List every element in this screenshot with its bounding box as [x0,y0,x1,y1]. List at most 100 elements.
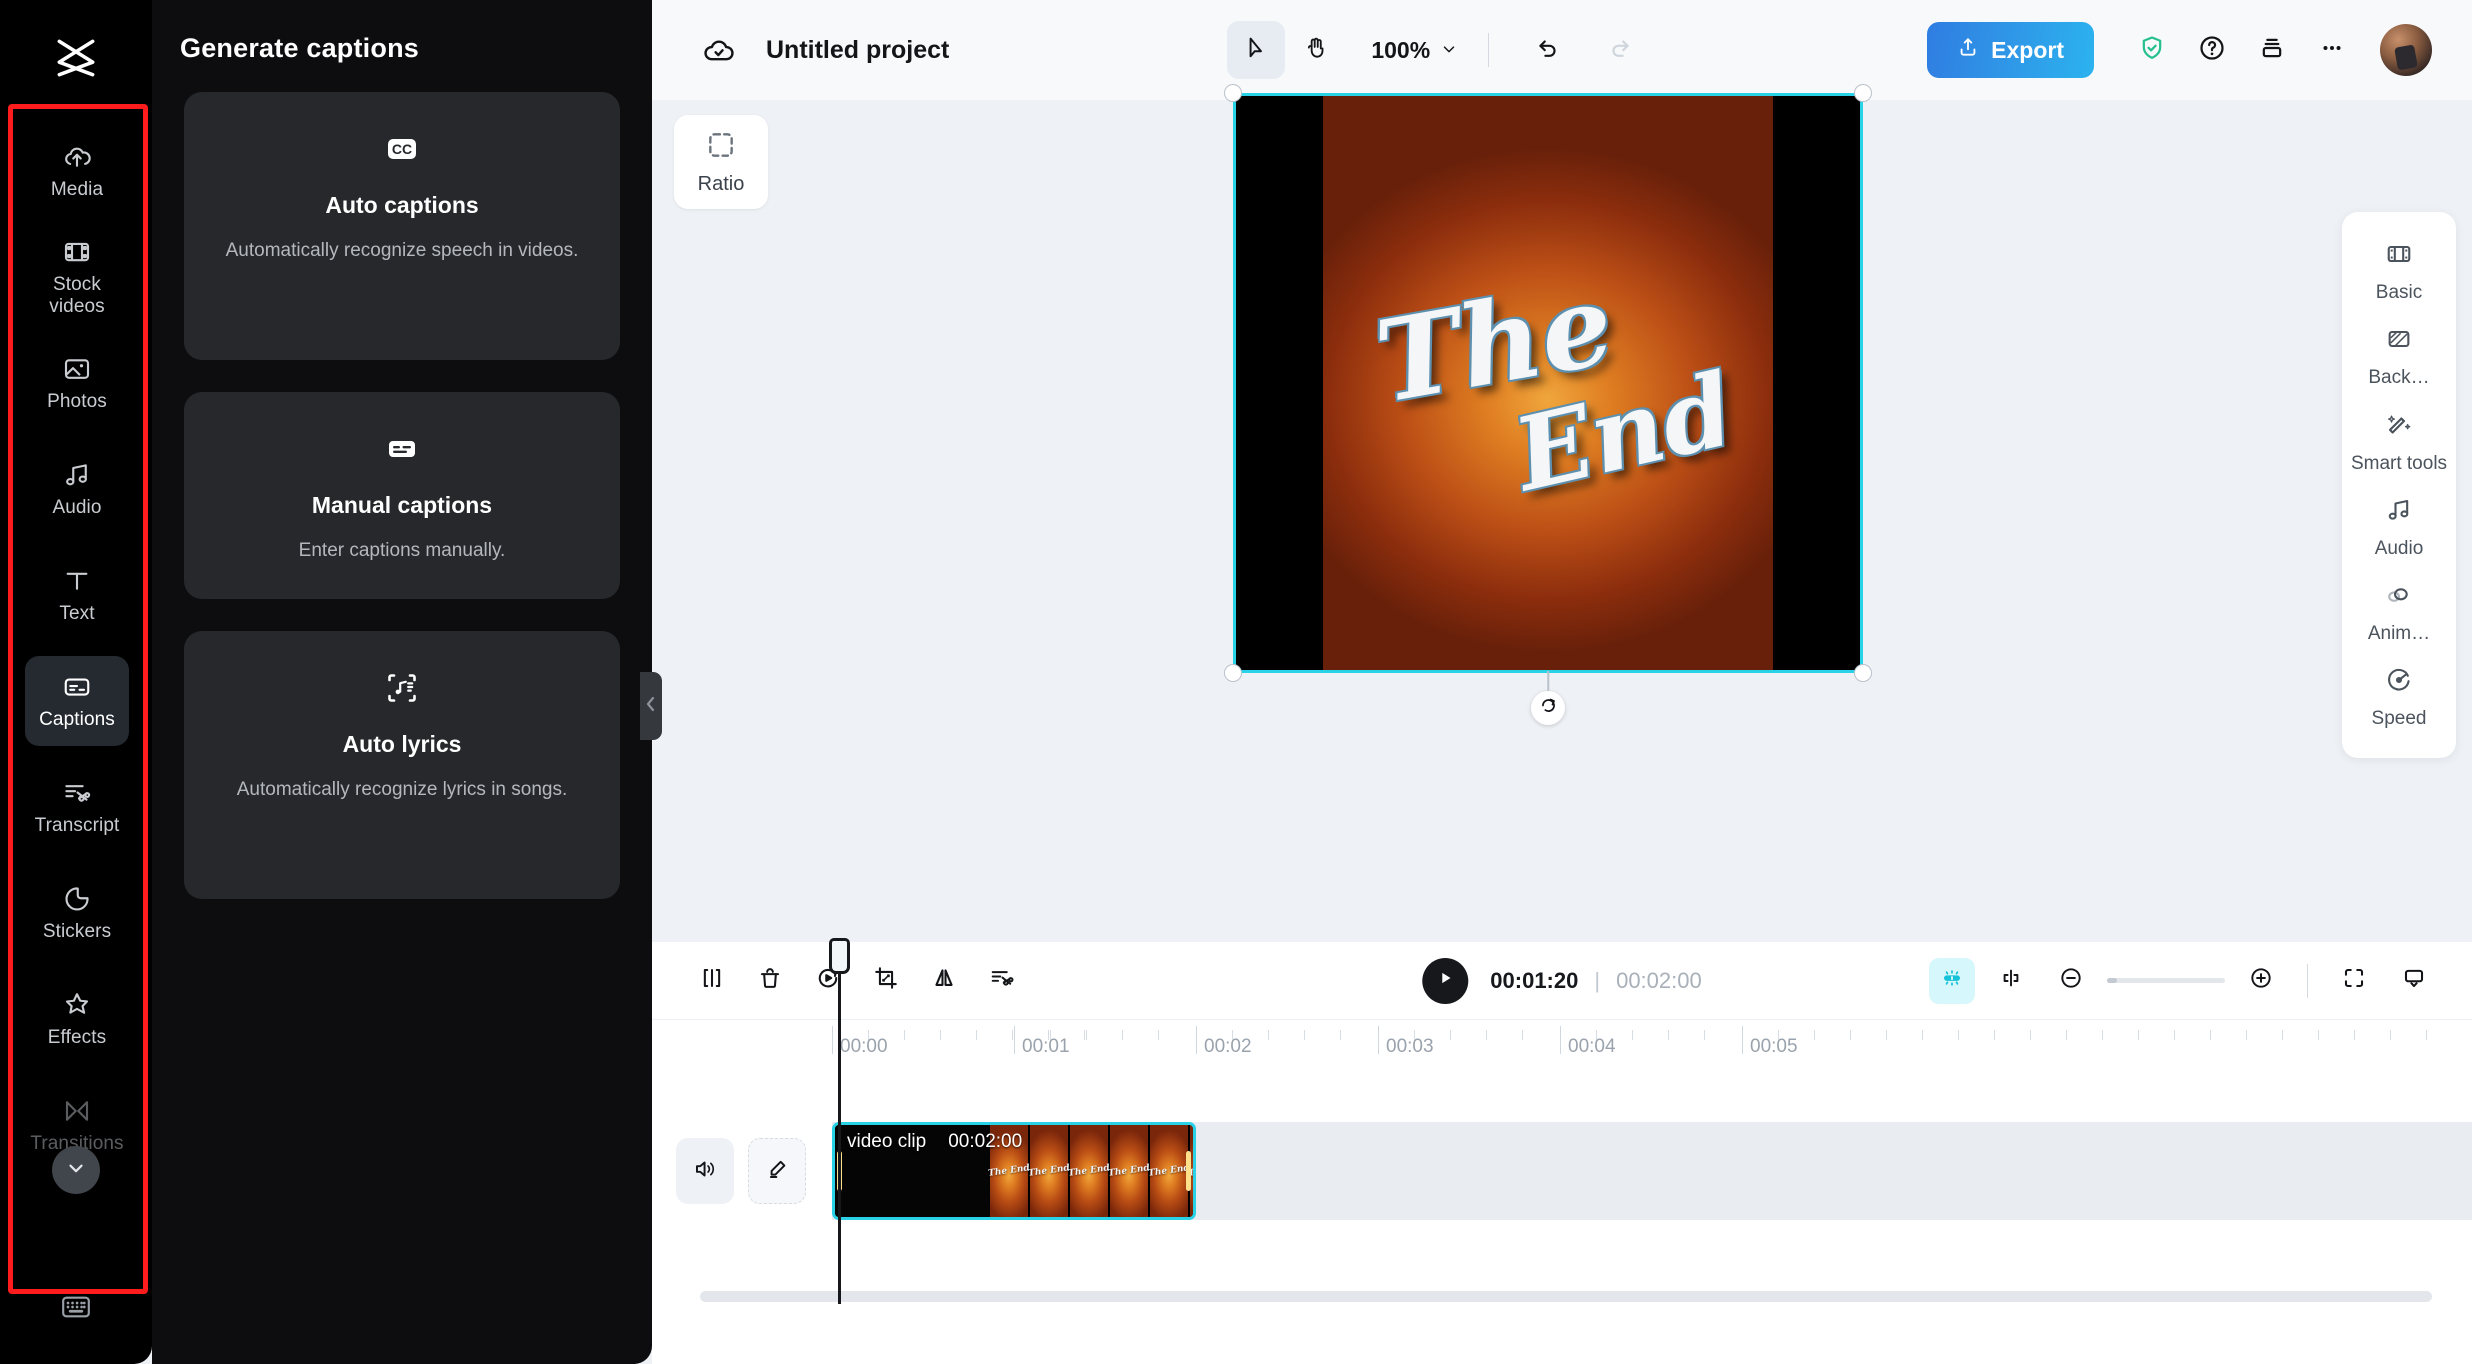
security-shield-button[interactable] [2124,22,2180,78]
preview-mode-button[interactable] [2390,957,2438,1005]
sidebar-item-effects[interactable]: Effects [25,974,129,1064]
tool-label: Audio [2374,537,2424,559]
resize-handle-bottom-right[interactable] [1854,664,1872,682]
sidebar-item-transcript[interactable]: Transcript [25,762,129,852]
minus-circle-icon [2058,965,2084,996]
auto-cut-button[interactable] [978,957,1026,1005]
resize-handle-bottom-left[interactable] [1224,664,1242,682]
sidebar-item-label: Media [50,178,104,200]
sparkle-star-icon [62,990,92,1020]
crop-button[interactable] [862,957,910,1005]
delete-button[interactable] [746,957,794,1005]
card-title: Auto captions [325,192,479,218]
sidebar-item-media[interactable]: Media [25,126,129,216]
split-button[interactable] [688,957,736,1005]
snap-toggle-button[interactable] [1929,957,1975,1004]
mirror-flip-icon [931,965,957,996]
track-mute-button[interactable] [676,1138,734,1204]
clip-label: video clip 00:02:00 [847,1131,1022,1153]
crop-icon [873,965,899,996]
left-rail: Media Stock videos Photos Audio Text Cap… [0,0,152,1364]
tool-smart-tools[interactable]: Smart tools [2349,399,2449,484]
layers-button[interactable] [2244,22,2300,78]
sidebar-item-stickers[interactable]: Stickers [25,868,129,958]
clip-trim-handle-right[interactable] [1186,1151,1191,1191]
animation-icon [2385,581,2413,614]
header-right-tools: Export [1927,22,2432,78]
tool-speed[interactable]: Speed [2349,654,2449,739]
auto-lyrics-card[interactable]: Auto lyrics Automatically recognize lyri… [184,630,620,899]
film-strip-icon [62,237,92,267]
capcut-logo-icon[interactable] [44,26,108,90]
sidebar-item-label: Stickers [42,920,112,942]
sidebar-item-stock-videos[interactable]: Stock videos [25,232,129,322]
cloud-upload-icon [62,142,92,172]
mirror-button[interactable] [920,957,968,1005]
more-options-button[interactable] [2304,22,2360,78]
hand-icon [1303,35,1329,66]
preview-wrapper: The End [1183,84,1872,725]
redo-button[interactable] [1591,21,1649,79]
resize-handle-top-left[interactable] [1224,84,1242,102]
timeline-zoom-slider[interactable] [2107,978,2225,983]
timeline-ruler[interactable]: 00:00 00:01 00:02 00:03 00:04 00:05 [652,1020,2472,1080]
timeline-area: 00:01:20 | 00:02:00 00:00 00:01 00:02 00… [652,938,2472,1364]
right-tool-panel: Basic Back… Smart tools Audio Anim… Spee… [2342,212,2456,758]
zoom-out-button[interactable] [2047,957,2095,1005]
tool-animation[interactable]: Anim… [2349,569,2449,654]
panel-collapse-handle[interactable] [640,672,662,740]
track-edit-button[interactable] [748,1138,806,1204]
sidebar-item-label: Effects [47,1026,107,1048]
ruler-label: 00:01 [1022,1036,1070,1057]
tool-background[interactable]: Back… [2349,313,2449,398]
sidebar-item-text[interactable]: Text [25,550,129,640]
sidebar-item-captions[interactable]: Captions [25,656,129,746]
film-basic-icon [2385,240,2413,273]
playback-controls: 00:01:20 | 00:02:00 [1422,957,1702,1004]
rotate-handle[interactable] [1531,691,1565,725]
zoom-level-select[interactable]: 100% [1371,37,1458,64]
tool-basic[interactable]: Basic [2349,228,2449,313]
play-button[interactable] [1422,957,1469,1004]
card-title: Manual captions [311,492,493,518]
playhead-handle[interactable] [829,938,850,974]
split-icon [699,965,725,996]
sidebar-item-audio[interactable]: Audio [25,444,129,534]
clip-thumbnail [1110,1125,1148,1217]
timeline-toolbar: 00:01:20 | 00:02:00 [652,942,2472,1020]
ratio-button[interactable]: Ratio [674,115,768,209]
auto-captions-card[interactable]: CC Auto captions Automatically recognize… [184,92,620,360]
help-button[interactable] [2184,22,2240,78]
sidebar-item-label: Stock videos [49,274,105,317]
ruler-label: 00:00 [840,1036,888,1057]
preview-frame[interactable]: The End [1224,84,1872,725]
undo-button[interactable] [1519,21,1577,79]
timeline-horizontal-scrollbar[interactable] [700,1291,2432,1302]
export-button[interactable]: Export [1927,22,2094,78]
fit-screen-button[interactable] [2330,957,2378,1005]
avatar[interactable] [2379,24,2432,76]
split-view-button[interactable] [1987,957,2035,1005]
playhead[interactable] [829,938,850,1304]
resize-handle-top-right[interactable] [1854,84,1872,102]
hand-tool-button[interactable] [1287,21,1345,79]
card-desc: Automatically recognize speech in videos… [225,240,579,261]
zoom-in-button[interactable] [2237,957,2285,1005]
video-clip[interactable]: video clip 00:02:00 [832,1122,1196,1220]
clip-thumbnail [1150,1125,1188,1217]
undo-icon [1535,35,1561,66]
keyboard-shortcuts-button[interactable] [56,1292,96,1326]
project-title[interactable]: Untitled project [766,36,949,65]
cursor-tool-button[interactable] [1227,21,1286,79]
tool-label: Smart tools [2350,452,2448,474]
chevron-down-icon [1440,37,1458,64]
sidebar-item-photos[interactable]: Photos [25,338,129,428]
tool-audio[interactable]: Audio [2349,484,2449,569]
manual-captions-card[interactable]: Manual captions Enter captions manually. [184,392,620,599]
capcut-editor-window: Media Stock videos Photos Audio Text Cap… [0,0,2472,1364]
sidebar-item-label: Captions [39,708,115,730]
rail-scroll-down-button[interactable] [52,1146,100,1194]
top-header: Untitled project 100% Export [652,0,2472,100]
video-preview[interactable]: The End [1233,93,1863,673]
ruler-label: 00:03 [1386,1036,1434,1057]
